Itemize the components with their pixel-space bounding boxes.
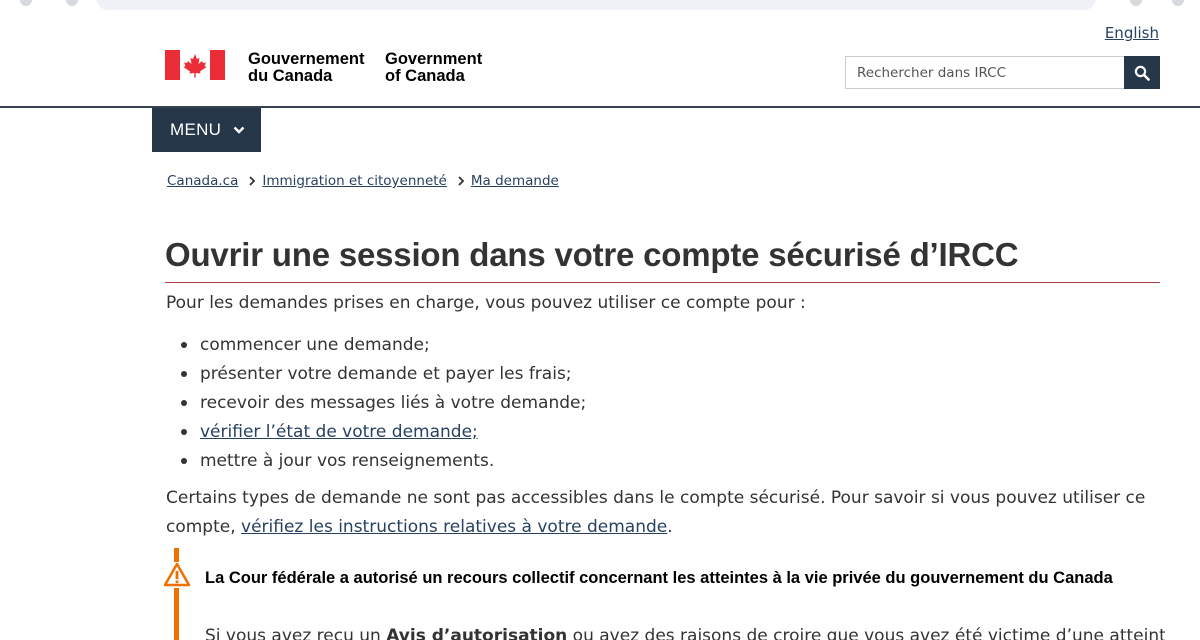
menu-button[interactable]: MENU (152, 108, 261, 152)
browser-profile-icon[interactable] (1172, 0, 1184, 6)
wordmark-english: Government of Canada (385, 51, 495, 85)
instructions-link[interactable]: vérifiez les instructions relatives à vo… (241, 517, 667, 537)
alert-heading: La Cour fédérale a autorisé un recours c… (205, 569, 1113, 587)
bullet-icon (181, 399, 187, 406)
menu-label: MENU (170, 120, 222, 139)
check-status-link[interactable]: vérifier l’état de votre demande; (200, 420, 478, 444)
wordmark-en-line2: of Canada (385, 67, 465, 85)
list-item-text: présenter votre demande et payer les fra… (200, 363, 572, 384)
list-item-text: recevoir des messages liés à votre deman… (200, 392, 587, 413)
chevron-down-icon (233, 126, 245, 134)
breadcrumb-link-canada[interactable]: Canada.ca (167, 173, 238, 189)
alert-body-start: Si vous avez reçu un (205, 626, 387, 640)
bullet-icon (181, 341, 187, 348)
alert-body: Si vous avez reçu un Avis d’autorisation… (205, 625, 1165, 640)
bullet-icon (181, 370, 187, 377)
browser-reload-icon[interactable] (66, 0, 78, 6)
alert-body-rest: ou avez des raisons de croire que vous a… (567, 626, 1165, 640)
list-item: commencer une demande; (181, 330, 586, 359)
chevron-right-icon (249, 176, 256, 186)
list-item: vérifier l’état de votre demande; (181, 417, 586, 446)
search-button[interactable] (1124, 56, 1160, 89)
browser-extension-icon[interactable] (1130, 0, 1142, 6)
warning-icon (163, 562, 191, 588)
browser-toolbar (0, 0, 1200, 14)
search-input[interactable] (845, 56, 1124, 89)
wordmark-french: Gouvernement du Canada (248, 51, 373, 85)
bullet-icon (181, 428, 187, 435)
wordmark-fr-line1: Gouvernement (248, 50, 365, 68)
intro-text: Pour les demandes prises en charge, vous… (166, 293, 806, 313)
eligibility-paragraph: Certains types de demande ne sont pas ac… (166, 484, 1156, 542)
eligibility-period: . (667, 517, 673, 537)
breadcrumb-link-immigration[interactable]: Immigration et citoyenneté (262, 173, 447, 189)
list-item-text: mettre à jour vos renseignements. (200, 450, 495, 471)
list-item: mettre à jour vos renseignements. (181, 446, 586, 475)
chevron-right-icon (458, 176, 465, 186)
list-item: présenter votre demande et payer les fra… (181, 359, 586, 388)
browser-back-icon[interactable] (20, 0, 32, 6)
feature-list: commencer une demande; présenter votre d… (181, 330, 586, 475)
alert-body-bold: Avis d’autorisation (386, 626, 568, 640)
page-title: Ouvrir une session dans votre compte séc… (165, 236, 1160, 283)
list-item: recevoir des messages liés à votre deman… (181, 388, 586, 417)
breadcrumb: Canada.ca Immigration et citoyenneté Ma … (167, 173, 559, 189)
address-bar[interactable] (96, 0, 1096, 10)
canada-flag-icon (165, 50, 225, 80)
site-search (845, 56, 1160, 89)
bullet-icon (181, 457, 187, 464)
language-toggle-link[interactable]: English (1105, 24, 1159, 42)
wordmark-fr-line2: du Canada (248, 67, 333, 85)
goc-signature[interactable]: Gouvernement du Canada Government of Can… (165, 50, 482, 85)
search-icon (1134, 65, 1150, 81)
breadcrumb-link-ma-demande[interactable]: Ma demande (471, 173, 559, 189)
list-item-text: commencer une demande; (200, 334, 430, 355)
wordmark-en-line1: Government (385, 50, 483, 68)
